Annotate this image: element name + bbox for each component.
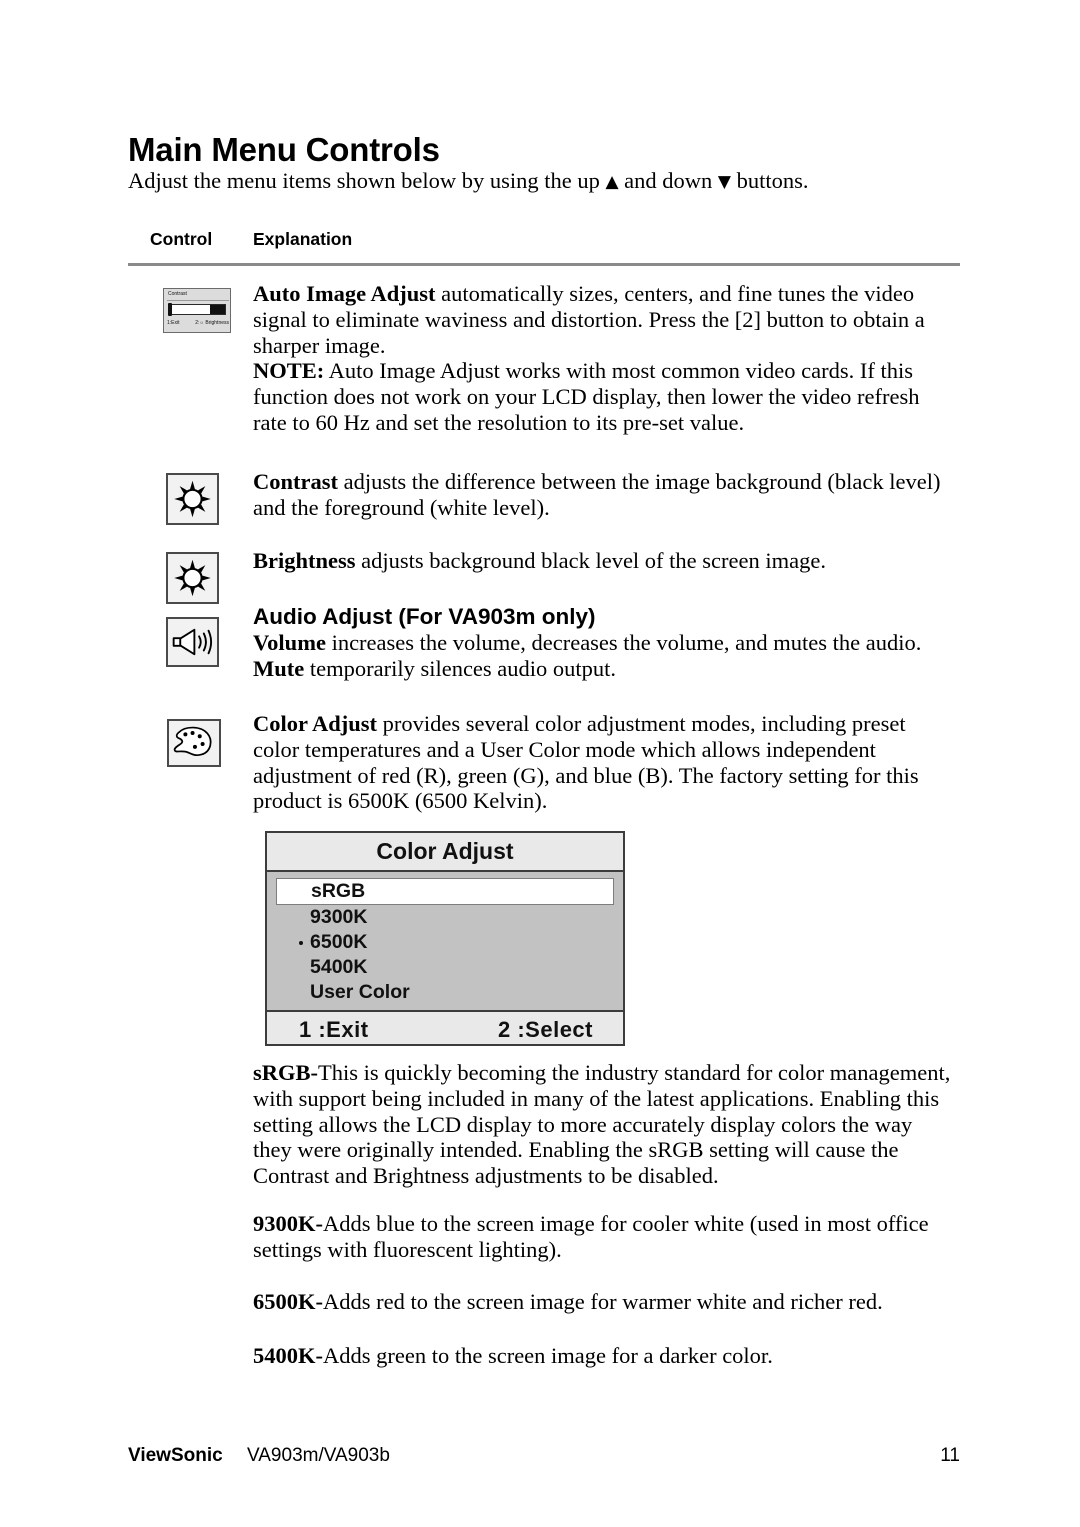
brightness-paragraph: Brightness adjusts background black leve… xyxy=(253,548,953,574)
mute-body: temporarily silences audio output. xyxy=(304,655,617,681)
color-adjust-term: Color Adjust xyxy=(253,711,377,736)
column-header-control: Control xyxy=(150,229,213,249)
brightness-body: adjusts background black level of the sc… xyxy=(355,548,826,573)
thumbnail-divider xyxy=(167,300,229,301)
thumbnail-brightness-label: 2:☼ Brightness xyxy=(195,320,229,326)
audio-adjust-heading: Audio Adjust (For VA903m only) xyxy=(253,604,596,629)
mute-term: Mute xyxy=(253,655,305,681)
thumbnail-footer: 1:Exit 2:☼ Brightness xyxy=(167,320,229,326)
k6500-body: Adds red to the screen image for warmer … xyxy=(323,1289,883,1314)
document-page: Main Menu Controls Adjust the menu items… xyxy=(0,0,1080,1527)
header-divider xyxy=(128,263,960,266)
footer-model: VA903m/VA903b xyxy=(247,1445,390,1466)
osd-menu-item-label: sRGB xyxy=(311,880,366,902)
auto-image-adjust-term: Auto Image Adjust xyxy=(253,281,436,306)
speaker-glyph xyxy=(172,628,213,656)
palette-glyph xyxy=(173,726,212,757)
osd-select-label[interactable]: 2 :Select xyxy=(498,1017,593,1043)
sun-glyph xyxy=(174,480,211,518)
srgb-term: sRGB- xyxy=(253,1060,319,1085)
contrast-term: Contrast xyxy=(253,469,338,494)
speaker-volume-icon xyxy=(166,617,219,667)
osd-menu-item-srgb[interactable]: sRGB xyxy=(276,878,614,905)
audio-adjust-paragraph: Audio Adjust (For VA903m only) Volume in… xyxy=(253,604,953,681)
footer-brand: ViewSonic xyxy=(128,1445,223,1466)
volume-body: increases the volume, decreases the volu… xyxy=(325,629,922,655)
thumbnail-exit-label: 1:Exit xyxy=(167,320,180,326)
color-palette-icon xyxy=(167,719,221,767)
intro-paragraph: Adjust the menu items shown below by usi… xyxy=(128,166,809,197)
auto-image-adjust-note-term: NOTE: xyxy=(253,358,325,384)
auto-image-adjust-paragraph: Auto Image Adjust automatically sizes, c… xyxy=(253,281,955,436)
k5400-body: Adds green to the screen image for a dar… xyxy=(323,1343,773,1368)
contrast-paragraph: Contrast adjusts the difference between … xyxy=(253,469,953,521)
intro-text-after: buttons. xyxy=(731,168,809,193)
k9300-description: 9300K-Adds blue to the screen image for … xyxy=(253,1211,955,1263)
thumbnail-title: Contrast xyxy=(168,291,187,297)
osd-menu-list: sRGB 9300K 6500K 5400K User Color xyxy=(267,872,623,1010)
osd-menu-item-9300k[interactable]: 9300K xyxy=(267,905,623,930)
srgb-description: sRGB-This is quickly becoming the indust… xyxy=(253,1060,955,1189)
osd-title: Color Adjust xyxy=(267,833,623,872)
k5400-term: 5400K- xyxy=(253,1343,323,1368)
contrast-body: adjusts the difference between the image… xyxy=(253,469,941,520)
k9300-body: Adds blue to the screen image for cooler… xyxy=(253,1211,929,1262)
osd-menu-item-6500k[interactable]: 6500K xyxy=(267,930,623,955)
osd-menu-item-5400k[interactable]: 5400K xyxy=(267,955,623,980)
thumbnail-slider xyxy=(168,304,226,315)
osd-menu-item-label: 9300K xyxy=(310,906,368,928)
k6500-term: 6500K- xyxy=(253,1289,323,1314)
brightness-sun-icon xyxy=(166,552,219,604)
auto-image-adjust-note-body: Auto Image Adjust works with most common… xyxy=(253,358,920,435)
intro-text-before: Adjust the menu items shown below by usi… xyxy=(128,168,606,193)
osd-menu-item-user-color[interactable]: User Color xyxy=(267,980,623,1005)
k5400-description: 5400K-Adds green to the screen image for… xyxy=(253,1343,955,1369)
osd-contrast-thumbnail-icon: Contrast 1:Exit 2:☼ Brightness xyxy=(163,288,231,333)
up-triangle-icon: ▲ xyxy=(605,172,619,192)
osd-footer: 1 :Exit 2 :Select xyxy=(267,1010,623,1044)
osd-menu-item-label: User Color xyxy=(310,981,410,1003)
column-header-explanation: Explanation xyxy=(253,229,353,249)
color-adjust-osd-panel[interactable]: Color Adjust sRGB 9300K 6500K 5400K User… xyxy=(265,831,625,1046)
thumbnail-slider-fill xyxy=(210,305,225,314)
k9300-term: 9300K- xyxy=(253,1211,323,1236)
osd-exit-label[interactable]: 1 :Exit xyxy=(299,1017,369,1043)
osd-menu-item-label: 5400K xyxy=(310,956,368,978)
current-setting-marker-icon xyxy=(299,941,303,945)
osd-menu-item-label: 6500K xyxy=(310,931,368,953)
brightness-sun-icon xyxy=(166,473,219,525)
footer-page-number: 11 xyxy=(940,1445,960,1466)
k6500-description: 6500K-Adds red to the screen image for w… xyxy=(253,1289,955,1315)
down-triangle-icon: ▼ xyxy=(717,172,731,192)
thumbnail-slider-knob xyxy=(168,303,172,316)
page-title: Main Menu Controls xyxy=(128,131,440,169)
brightness-term: Brightness xyxy=(253,548,356,573)
volume-term: Volume xyxy=(253,629,326,655)
color-adjust-paragraph: Color Adjust provides several color adju… xyxy=(253,711,955,814)
intro-text-middle: and down xyxy=(618,168,718,193)
sun-glyph xyxy=(174,559,211,597)
srgb-body: This is quickly becoming the industry st… xyxy=(253,1060,951,1189)
